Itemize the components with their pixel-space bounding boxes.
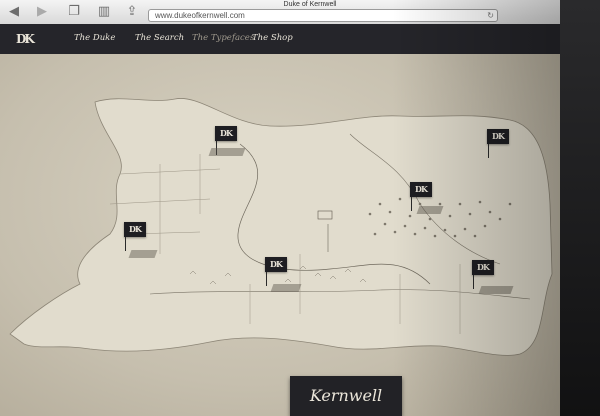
back-arrow-icon[interactable]: ◀ [6,4,22,20]
map-marker-dk[interactable]: DK [487,129,509,158]
map-title-plate: Kernwell [290,376,402,416]
share-icon[interactable]: ⇪ [124,4,140,20]
marker-area [270,284,302,292]
marker-area [128,250,158,258]
site-logo[interactable]: DK [16,31,36,47]
map-marker-dk[interactable]: DK [472,260,494,289]
forward-arrow-icon[interactable]: ▶ [34,4,50,20]
reload-icon[interactable]: ↻ [487,10,494,22]
nav-link-the-search[interactable]: The Search [135,33,184,43]
map-marker-dk[interactable]: DK [410,182,432,211]
nav-link-the-shop[interactable]: The Shop [252,33,293,43]
map-illustration [9,98,553,356]
bookmarks-icon[interactable]: ▥ [96,4,112,20]
browser-toolbar: ◀ ▶ ❐ ▥ ⇪ Duke of Kernwell www.dukeofker… [0,0,560,25]
nav-link-the-typefaces[interactable]: The Typefaces [192,33,254,43]
site-navigation: DK The Duke The Search The Typefaces The… [0,24,560,54]
map-title: Kernwell [309,386,383,405]
browser-screen: ◀ ▶ ❐ ▥ ⇪ Duke of Kernwell www.dukeofker… [0,0,560,416]
marker-area [208,148,246,156]
url-text: www.dukeofkernwell.com [155,11,245,20]
tabs-icon[interactable]: ❐ [66,4,82,20]
island-landmass [9,98,553,356]
page-title: Duke of Kernwell [283,1,337,8]
url-bar[interactable]: www.dukeofkernwell.com ↻ [148,9,498,22]
marker-area [416,206,444,214]
kernwell-map[interactable]: DK DK DK DK DK DK [0,54,560,416]
marker-area [478,286,514,294]
map-marker-dk[interactable]: DK [124,222,146,251]
map-marker-dk[interactable]: DK [265,257,287,286]
nav-link-the-duke[interactable]: The Duke [74,33,115,43]
map-marker-dk[interactable]: DK [215,126,237,155]
